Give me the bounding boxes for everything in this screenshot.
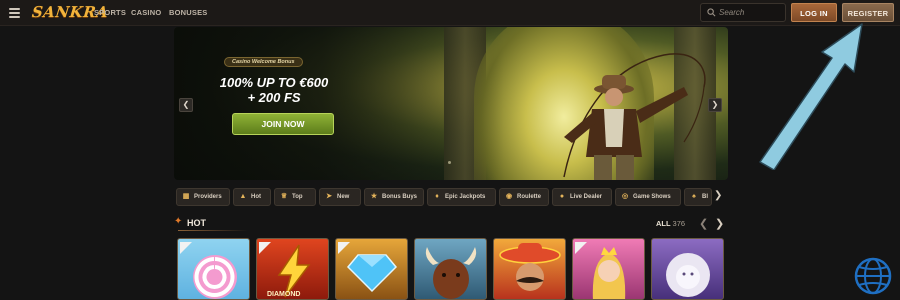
fire-icon: ✦ <box>174 216 183 227</box>
star-icon: ★ <box>370 193 378 200</box>
white-lion-art <box>666 253 710 297</box>
blackjack-icon: ♠ <box>692 193 696 200</box>
mustache-man-art <box>499 243 561 291</box>
blue-diamond-art <box>346 254 398 293</box>
roulette-icon: ◉ <box>505 193 513 200</box>
game-count: 376 <box>672 219 686 228</box>
chevron-right-icon: ❯ <box>711 100 719 109</box>
nav-casino[interactable]: CASINO <box>131 8 161 17</box>
section-underline <box>178 230 248 231</box>
promo-banner[interactable]: Casino Welcome Bonus 100% UP TO €600 + 2… <box>174 27 728 180</box>
fire-icon: ▲ <box>239 193 247 200</box>
view-all-link[interactable]: ALL 376 <box>656 219 685 228</box>
banner-next-button[interactable]: ❯ <box>708 98 722 112</box>
game-tile-princess[interactable] <box>572 238 645 300</box>
buffalo-art <box>425 247 477 299</box>
chevron-left-icon: ❮ <box>182 100 190 109</box>
crown-icon: ♕ <box>280 193 288 200</box>
nav-bonuses[interactable]: BONUSES <box>169 8 208 17</box>
category-roulette[interactable]: ◉ Roulette <box>499 188 549 206</box>
game-tile-buffalo[interactable] <box>414 238 487 300</box>
category-top[interactable]: ♕ Top <box>274 188 316 206</box>
menu-icon[interactable] <box>9 8 20 18</box>
category-game-shows[interactable]: ◎ Game Shows <box>615 188 681 206</box>
category-bonus-buys[interactable]: ★ Bonus Buys <box>364 188 424 206</box>
category-blackjack[interactable]: ♠ Bl <box>684 188 712 206</box>
golden-princess-art <box>592 247 626 299</box>
explorer-hero-image <box>563 53 706 180</box>
game-shows-icon: ◎ <box>621 193 629 200</box>
category-bar: ▦ Providers ▲ Hot ♕ Top ➤ New ★ Bonus Buys ♦ E… <box>174 188 714 206</box>
category-live-dealer[interactable]: ● Live Dealer <box>552 188 612 206</box>
search-input[interactable] <box>719 6 783 19</box>
candy-swirl-art <box>193 255 237 299</box>
hot-next-arrow[interactable]: ❯ <box>715 217 724 230</box>
category-new[interactable]: ➤ New <box>319 188 361 206</box>
chevron-right-icon: ❯ <box>715 218 725 230</box>
game-caption: DIAMOND <box>267 291 301 298</box>
banner-prev-button[interactable]: ❮ <box>179 98 193 112</box>
promo-tag: Casino Welcome Bonus <box>224 57 303 67</box>
promo-title-line1: 100% UP TO €600 <box>219 75 329 90</box>
live-dealer-icon: ● <box>559 193 565 200</box>
game-tile-candy[interactable] <box>177 238 250 300</box>
game-tile-white-lion[interactable] <box>651 238 724 300</box>
game-tile-diamond-lightning[interactable]: DIAMOND <box>256 238 329 300</box>
category-providers[interactable]: ▦ Providers <box>176 188 230 206</box>
category-hot[interactable]: ▲ Hot <box>233 188 271 206</box>
globe-icon[interactable] <box>852 255 894 297</box>
game-tile-blue-diamond[interactable] <box>335 238 408 300</box>
section-title-hot: HOT <box>187 218 206 228</box>
promo-title: 100% UP TO €600 + 200 FS <box>204 75 344 105</box>
search-icon <box>707 8 716 17</box>
jackpot-icon: ♦ <box>435 193 439 200</box>
chevron-right-icon: ❯ <box>714 190 723 201</box>
join-now-button[interactable]: JOIN NOW <box>232 113 334 135</box>
category-epic-jackpots[interactable]: ♦ Epic Jackpots <box>427 188 496 206</box>
chevron-left-icon: ❮ <box>699 218 709 230</box>
game-tile-mexican[interactable] <box>493 238 566 300</box>
new-icon: ➤ <box>326 193 332 200</box>
promo-title-line2: + 200 FS <box>247 90 301 105</box>
hot-prev-arrow[interactable]: ❮ <box>699 217 708 230</box>
providers-icon: ▦ <box>182 193 190 200</box>
annotation-arrow-icon <box>759 23 863 170</box>
nav-sports[interactable]: SPORTS <box>94 8 126 17</box>
slide-indicator-dot[interactable] <box>448 161 451 164</box>
category-next-arrow[interactable]: ❯ <box>714 190 722 201</box>
